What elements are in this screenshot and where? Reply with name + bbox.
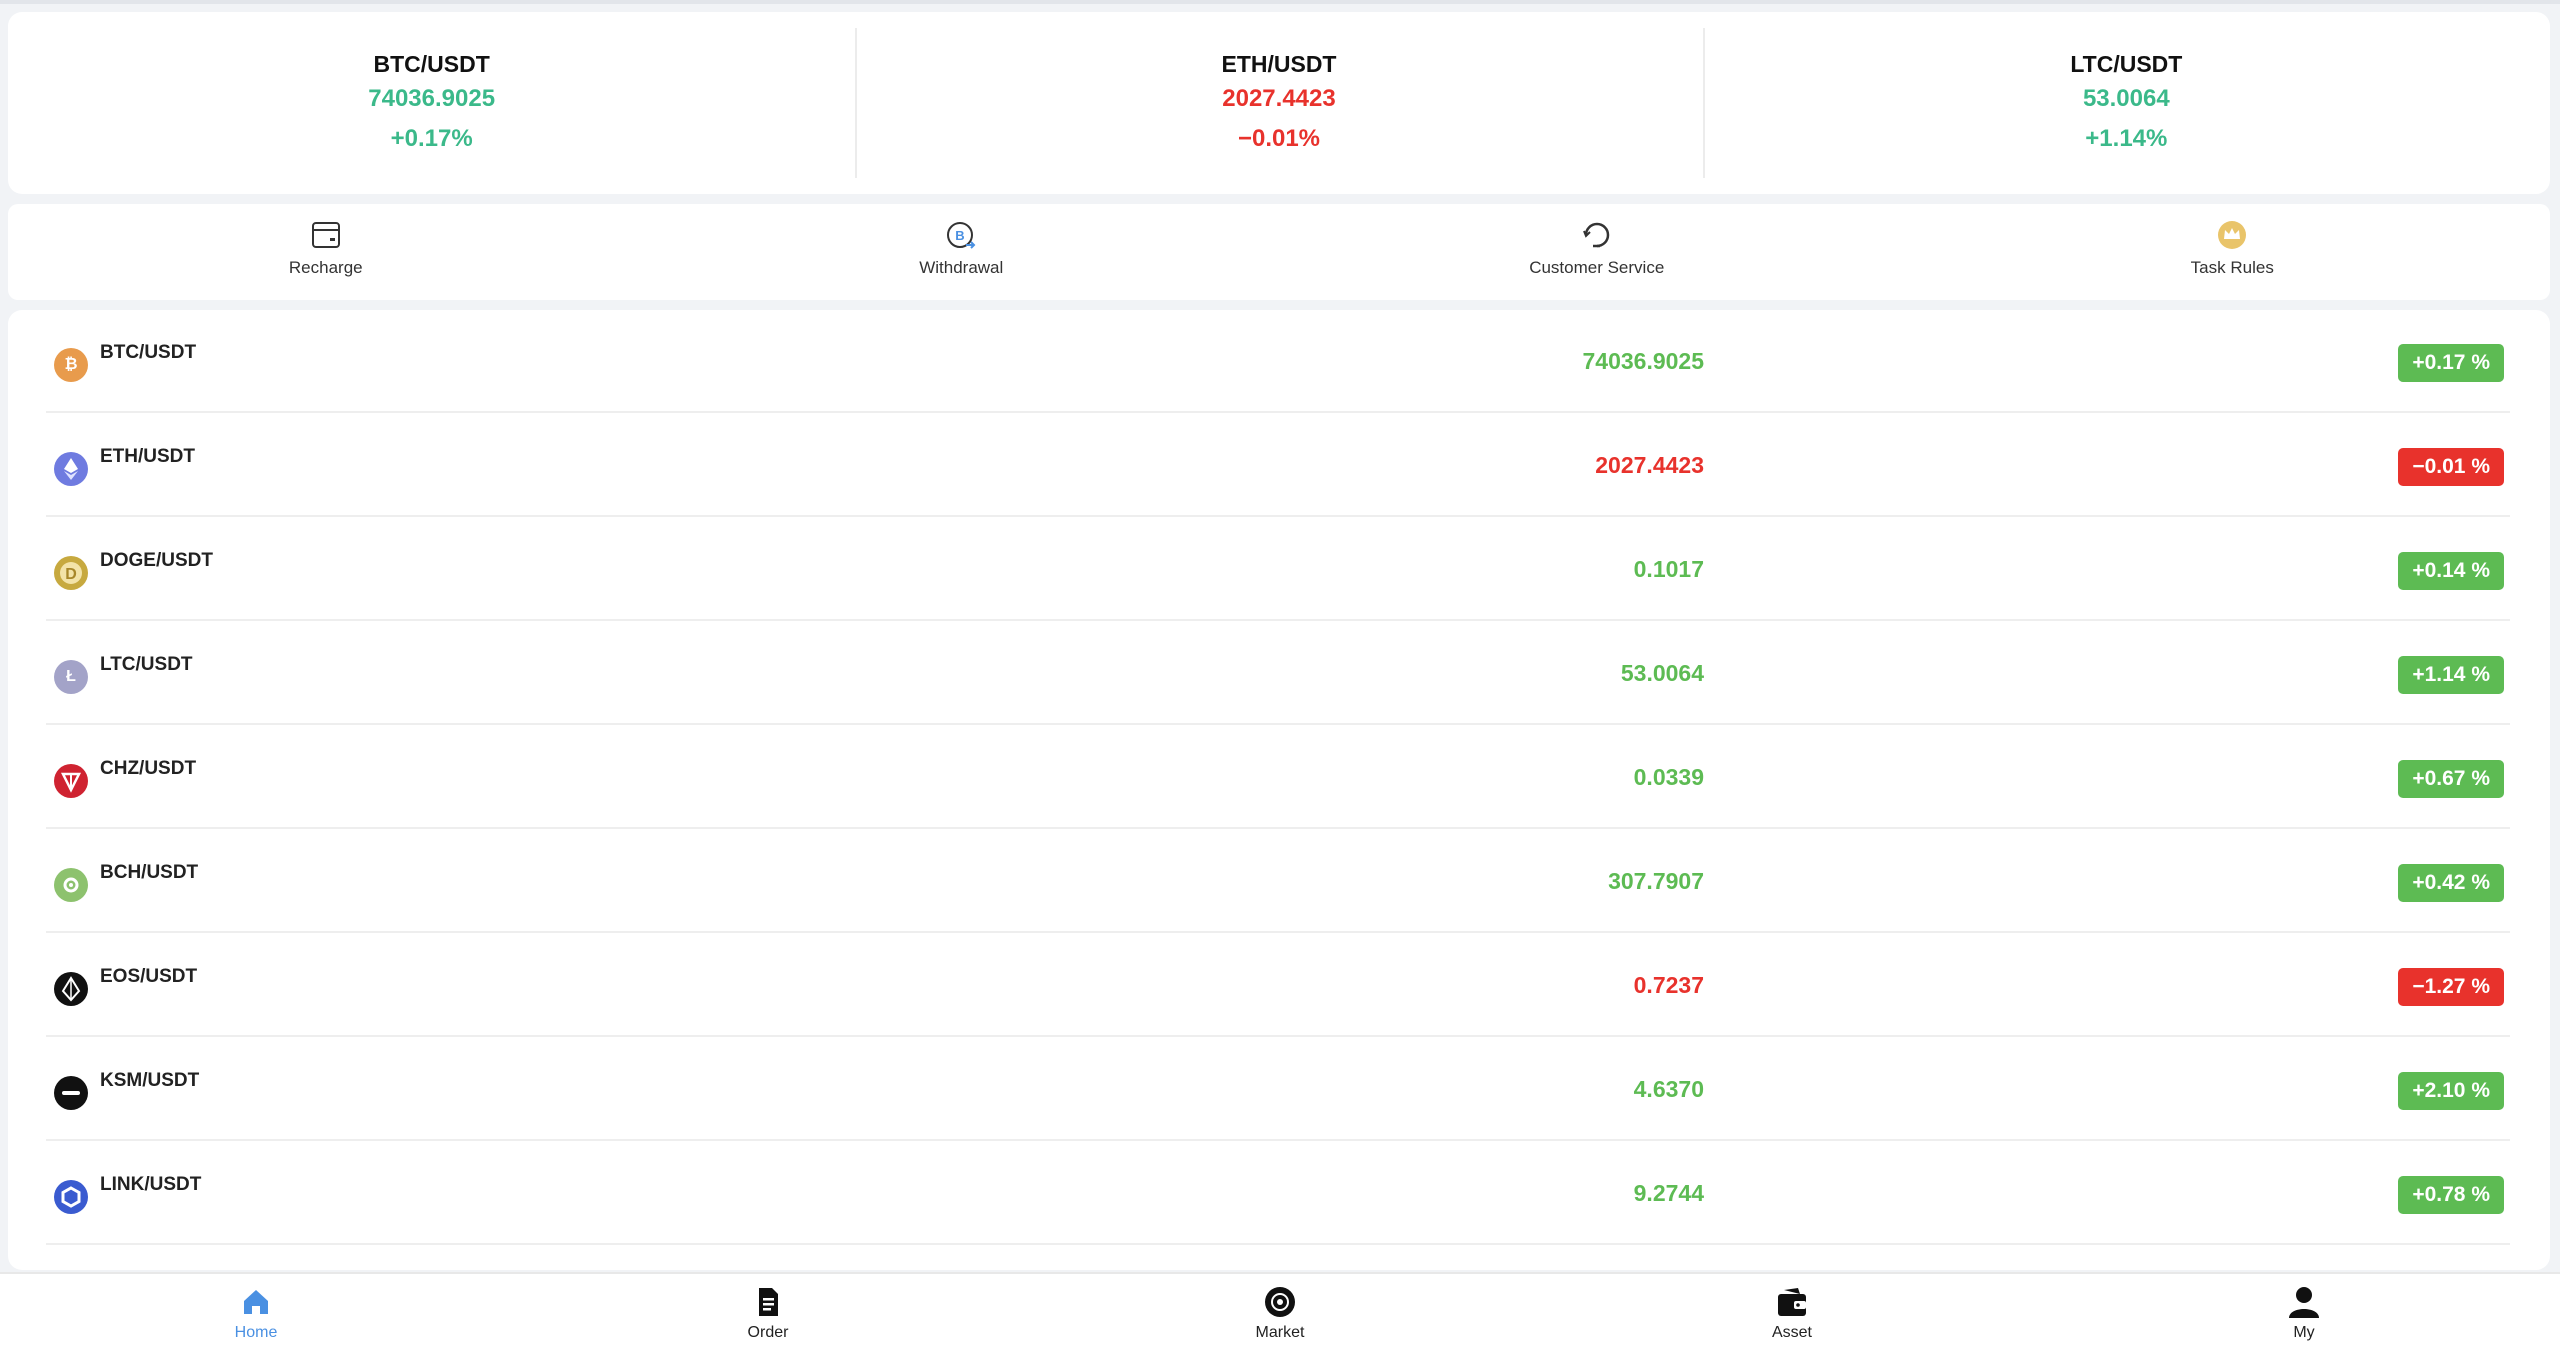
withdrawal-button[interactable]: B Withdrawal — [644, 204, 1280, 300]
ticker-change: +0.17% — [390, 125, 473, 152]
ticker-change: +1.14% — [2085, 125, 2168, 152]
ticker-price: 53.0064 — [2082, 85, 2170, 112]
chz-coin-icon — [54, 764, 88, 798]
market-pair: LTC/USDT — [100, 654, 193, 675]
ticker-pair: ETH/USDT — [1221, 51, 1337, 77]
market-price: 2027.4423 — [1595, 452, 1704, 478]
market-row[interactable]: ₿ BTC/USDT 74036.9025 +0.17 % — [46, 310, 2510, 413]
wallet-card-icon — [311, 222, 340, 248]
ticker-price: 2027.4423 — [1222, 85, 1336, 112]
doge-coin-icon: D — [54, 556, 88, 590]
ltc-coin-icon: Ł — [54, 660, 88, 694]
market-pair: BTC/USDT — [100, 342, 197, 363]
change-badge: +0.78 % — [2398, 1176, 2504, 1214]
ticker-price: 74036.9025 — [368, 85, 496, 112]
task-rules-button[interactable]: Task Rules — [1915, 204, 2551, 300]
recharge-button[interactable]: Recharge — [8, 204, 644, 300]
action-label: Customer Service — [1529, 258, 1665, 277]
change-badge: +1.14 % — [2398, 656, 2504, 694]
market-pair: ETH/USDT — [100, 446, 195, 467]
top-divider — [0, 0, 2560, 4]
tab-label: Order — [747, 1324, 789, 1341]
eos-coin-icon — [54, 972, 88, 1006]
quick-actions: Recharge B Withdrawal Customer Service T… — [8, 204, 2550, 300]
ticker-ltc[interactable]: LTC/USDT 53.0064 +1.14% — [1702, 12, 2550, 194]
ticker-pair: LTC/USDT — [2070, 51, 2183, 77]
ticker-pair: BTC/USDT — [373, 51, 490, 77]
ticker-change: −0.01% — [1237, 125, 1321, 152]
market-row[interactable]: BCH/USDT 307.7907 +0.42 % — [46, 830, 2510, 933]
customer-service-button[interactable]: Customer Service — [1279, 204, 1915, 300]
market-icon — [1265, 1287, 1295, 1317]
ksm-coin-icon — [54, 1076, 88, 1110]
change-badge: +0.42 % — [2398, 864, 2504, 902]
action-label: Withdrawal — [919, 258, 1004, 277]
ticker-btc[interactable]: BTC/USDT 74036.9025 +0.17% — [8, 12, 855, 194]
market-row[interactable]: KSM/USDT 4.6370 +2.10 % — [46, 1038, 2510, 1141]
user-icon — [2289, 1287, 2319, 1318]
market-price: 0.1017 — [1633, 556, 1704, 582]
market-pair: KSM/USDT — [100, 1070, 200, 1091]
ticker-summary: BTC/USDT 74036.9025 +0.17% ETH/USDT 2027… — [8, 12, 2550, 194]
change-badge: −1.27 % — [2398, 968, 2504, 1006]
tab-market[interactable]: Market — [1024, 1274, 1536, 1349]
tab-label: Home — [234, 1324, 278, 1341]
change-badge: +2.10 % — [2398, 1072, 2504, 1110]
change-badge: −0.01 % — [2398, 448, 2504, 486]
market-pair: LINK/USDT — [100, 1174, 202, 1195]
market-row[interactable]: LINK/USDT 9.2744 +0.78 % — [46, 1142, 2510, 1245]
link-coin-icon — [54, 1180, 88, 1214]
action-label: Recharge — [288, 258, 363, 277]
svg-text:D: D — [65, 566, 77, 583]
headset-refresh-icon — [1582, 222, 1609, 248]
crown-icon — [2218, 221, 2247, 249]
tab-home[interactable]: Home — [0, 1274, 512, 1349]
market-row[interactable]: EOS/USDT 0.7237 −1.27 % — [46, 934, 2510, 1037]
market-row[interactable]: ETH/USDT 2027.4423 −0.01 % — [46, 414, 2510, 517]
market-price: 0.0339 — [1633, 764, 1704, 790]
bch-coin-icon — [54, 868, 88, 902]
market-price: 4.6370 — [1633, 1076, 1704, 1102]
market-pair: CHZ/USDT — [100, 758, 197, 779]
market-price: 0.7237 — [1633, 972, 1704, 998]
tab-label: My — [2293, 1324, 2315, 1341]
document-icon — [759, 1288, 778, 1316]
home-icon — [244, 1290, 268, 1314]
wallet-icon — [1778, 1288, 1806, 1316]
market-pair: EOS/USDT — [100, 966, 198, 987]
market-price: 307.7907 — [1608, 868, 1704, 894]
tab-my[interactable]: My — [2048, 1274, 2560, 1349]
tab-asset[interactable]: Asset — [1536, 1274, 2048, 1349]
market-price: 53.0064 — [1620, 660, 1704, 686]
market-list: ₿ BTC/USDT 74036.9025 +0.17 % ETH/USDT 2… — [8, 310, 2550, 1270]
tab-label: Market — [1255, 1324, 1305, 1341]
btc-coin-icon: ₿ — [54, 348, 88, 382]
bitcoin-withdraw-icon: B — [947, 222, 976, 249]
market-pair: BCH/USDT — [100, 862, 199, 883]
change-badge: +0.67 % — [2398, 760, 2504, 798]
market-row[interactable]: CHZ/USDT 0.0339 +0.67 % — [46, 726, 2510, 829]
market-row[interactable]: Ł LTC/USDT 53.0064 +1.14 % — [46, 622, 2510, 725]
market-price: 74036.9025 — [1582, 348, 1704, 374]
market-row[interactable]: D DOGE/USDT 0.1017 +0.14 % — [46, 518, 2510, 621]
tab-label: Asset — [1771, 1324, 1812, 1341]
eth-coin-icon — [54, 452, 88, 486]
bottom-tab-bar: Home Order Market Asset My — [0, 1272, 2560, 1349]
change-badge: +0.14 % — [2398, 552, 2504, 590]
tab-order[interactable]: Order — [512, 1274, 1024, 1349]
action-label: Task Rules — [2190, 258, 2274, 277]
change-badge: +0.17 % — [2398, 344, 2504, 382]
market-price: 9.2744 — [1633, 1180, 1704, 1206]
ticker-eth[interactable]: ETH/USDT 2027.4423 −0.01% — [855, 12, 1702, 194]
svg-text:B: B — [956, 228, 965, 243]
market-pair: DOGE/USDT — [100, 550, 213, 571]
